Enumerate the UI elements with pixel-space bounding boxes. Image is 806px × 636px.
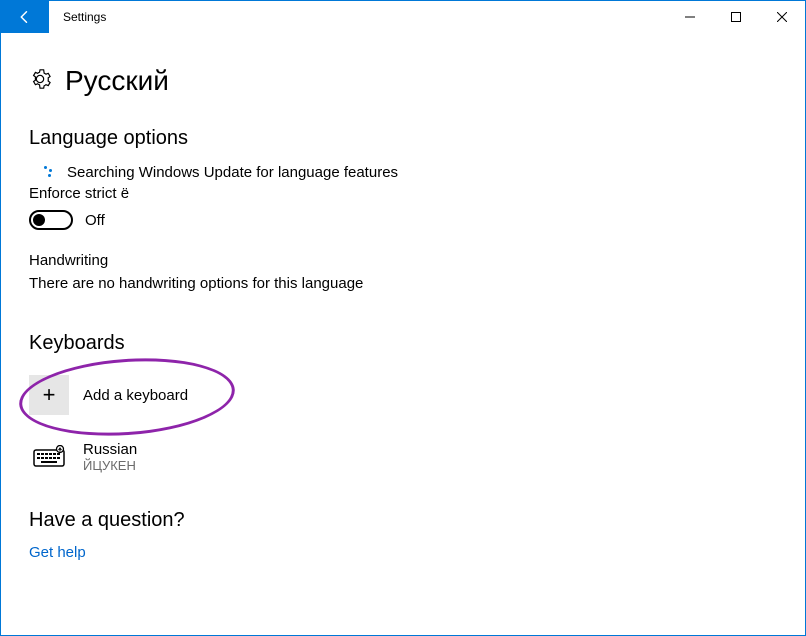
get-help-link[interactable]: Get help — [29, 544, 777, 561]
spinner-icon — [39, 166, 53, 180]
plus-icon: + — [29, 375, 69, 415]
add-keyboard-label: Add a keyboard — [83, 387, 188, 404]
handwriting-description: There are no handwriting options for thi… — [29, 275, 777, 292]
arrow-left-icon — [16, 8, 34, 26]
enforce-strict-label: Enforce strict ё — [29, 185, 777, 202]
window-controls — [667, 1, 805, 33]
keyboard-icon — [29, 441, 69, 473]
keyboard-name: Russian — [83, 441, 137, 458]
minimize-button[interactable] — [667, 1, 713, 33]
gear-icon — [29, 68, 51, 95]
maximize-icon — [731, 12, 741, 22]
language-options-heading: Language options — [29, 127, 777, 150]
add-keyboard-button[interactable]: + Add a keyboard — [29, 375, 777, 415]
keyboards-heading: Keyboards — [29, 332, 777, 355]
handwriting-label: Handwriting — [29, 252, 777, 269]
keyboard-item-text: Russian ЙЦУКЕН — [83, 441, 137, 473]
close-icon — [777, 12, 787, 22]
enforce-strict-toggle[interactable] — [29, 210, 73, 230]
back-button[interactable] — [1, 1, 49, 33]
help-section: Have a question? Get help — [29, 509, 777, 561]
enforce-strict-toggle-row: Off — [29, 210, 777, 230]
update-status-row: Searching Windows Update for language fe… — [39, 164, 777, 181]
app-title: Settings — [49, 1, 120, 33]
minimize-icon — [685, 12, 695, 22]
maximize-button[interactable] — [713, 1, 759, 33]
close-button[interactable] — [759, 1, 805, 33]
update-status-text: Searching Windows Update for language fe… — [67, 164, 398, 181]
content-area: Русский Language options Searching Windo… — [1, 33, 805, 571]
titlebar: Settings — [1, 1, 805, 33]
keyboard-item[interactable]: Russian ЙЦУКЕН — [29, 441, 777, 473]
help-heading: Have a question? — [29, 509, 777, 532]
language-options-section: Language options Searching Windows Updat… — [29, 127, 777, 292]
page-header: Русский — [29, 65, 777, 97]
keyboards-section: Keyboards + Add a keyboard Russian ЙЦУКЕ… — [29, 332, 777, 473]
keyboard-layout: ЙЦУКЕН — [83, 458, 137, 473]
toggle-knob — [33, 214, 45, 226]
toggle-state-label: Off — [85, 212, 105, 229]
page-title: Русский — [65, 65, 169, 97]
